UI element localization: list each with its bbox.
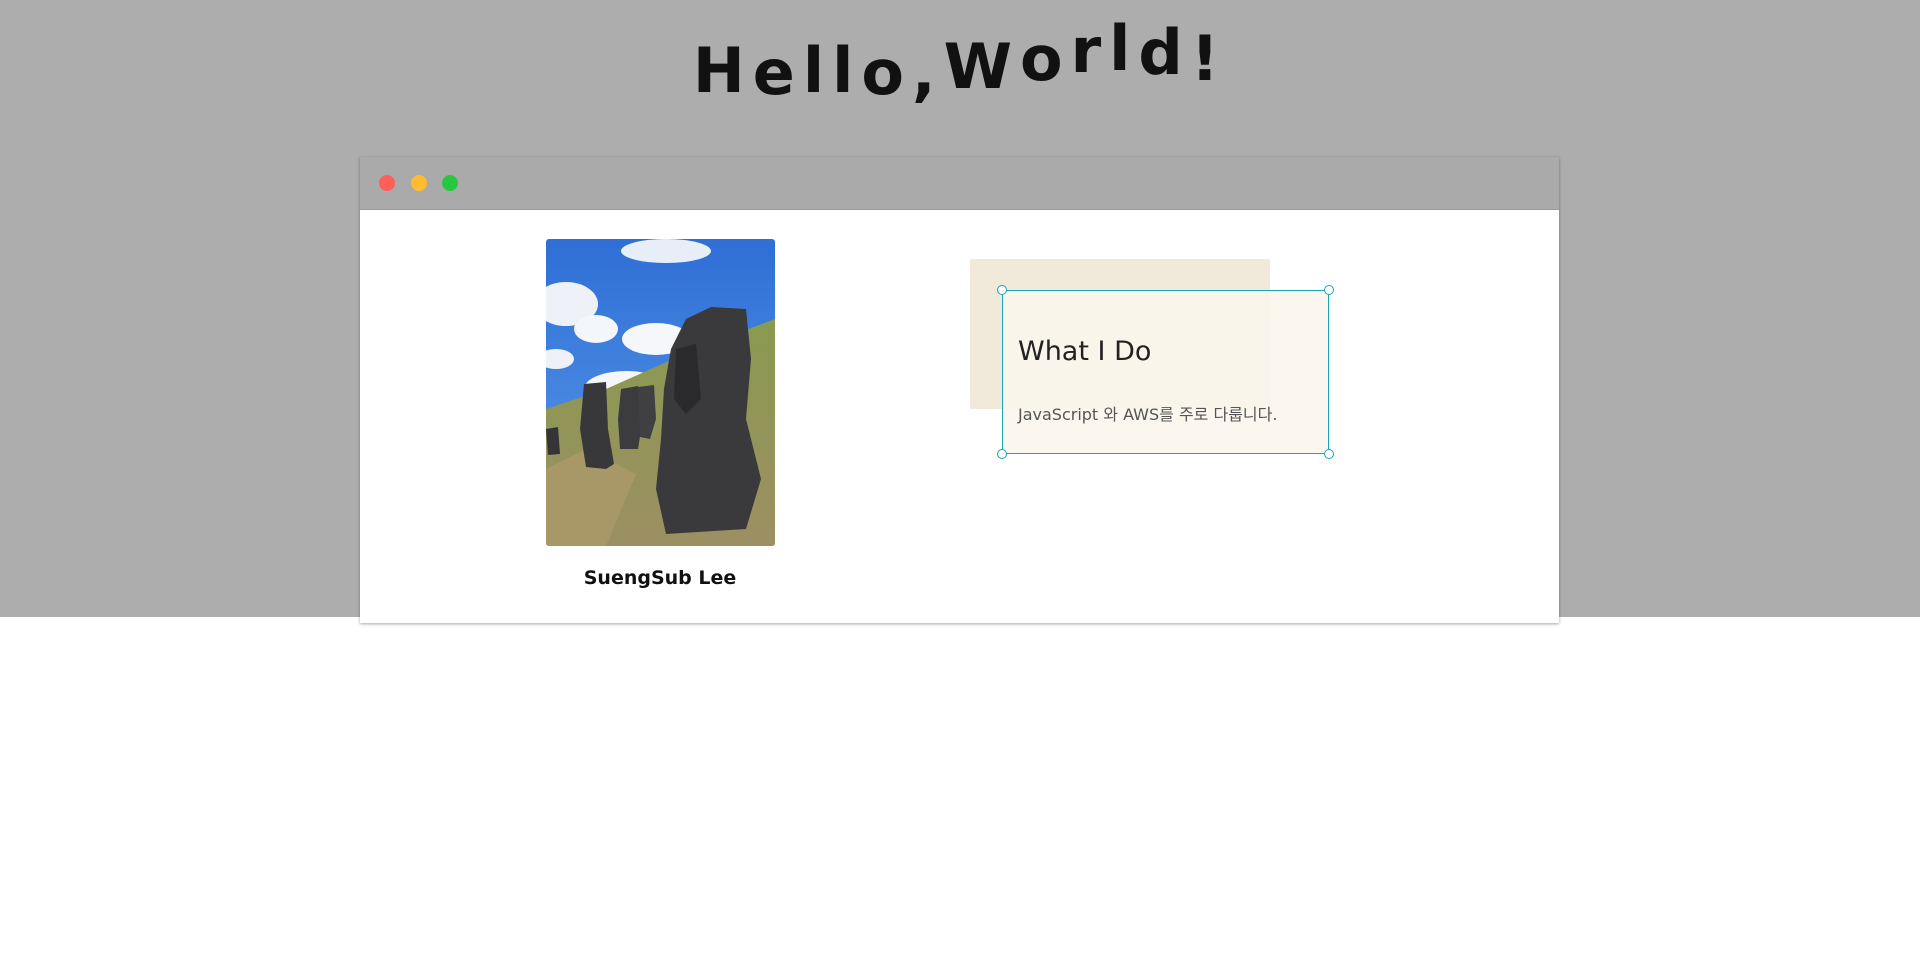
minimize-window-button[interactable] [411,175,427,191]
maximize-window-button[interactable] [442,175,458,191]
browser-window: SuengSub Lee What I Do JavaScript 와 AWS를… [360,157,1559,623]
headline-letter: W [943,30,1020,103]
headline-letter: d [1138,16,1191,89]
headline-letter: H [692,34,753,107]
headline-letter: l [832,34,862,107]
resize-handle-bottom-left[interactable] [997,449,1007,459]
headline-letter: o [1019,22,1071,95]
headline-letter: o [861,36,912,109]
headline-letter: e [752,36,803,109]
moai-statues-photo-icon [546,239,775,546]
headline-letter: l [802,34,833,107]
profile-name: SuengSub Lee [583,567,737,589]
card-description: JavaScript 와 AWS를 주로 다룹니다. [1018,405,1278,424]
resize-handle-bottom-right[interactable] [1324,449,1334,459]
resize-handle-top-left[interactable] [997,285,1007,295]
headline-letter: r [1070,14,1110,87]
hello-world-headline: Hello,World! [0,12,1920,122]
resize-handle-top-right[interactable] [1324,285,1334,295]
profile-photo [546,239,775,546]
window-titlebar[interactable] [360,157,1559,210]
card-title: What I Do [1018,336,1152,367]
headline-letter: , [912,36,944,109]
close-window-button[interactable] [379,175,395,191]
headline-letter: l [1109,12,1139,85]
what-i-do-card[interactable]: What I Do JavaScript 와 AWS를 주로 다룹니다. [997,285,1334,459]
headline-letter: ! [1190,22,1228,95]
